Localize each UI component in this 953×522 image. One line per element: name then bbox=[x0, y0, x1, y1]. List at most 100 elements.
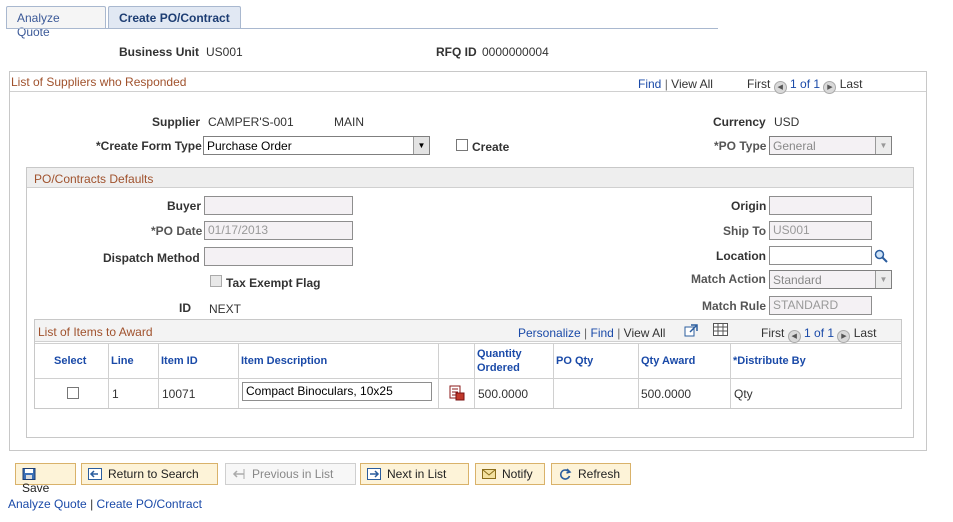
suppliers-view-all-link[interactable]: View All bbox=[671, 77, 713, 91]
dropdown-arrow-icon: ▼ bbox=[875, 137, 891, 154]
col-header-qty-award[interactable]: Qty Award bbox=[641, 355, 695, 367]
buyer-input[interactable] bbox=[204, 196, 353, 215]
po-date-input: 01/17/2013 bbox=[204, 221, 353, 240]
footer-analyze-quote-link[interactable]: Analyze Quote bbox=[8, 497, 87, 511]
supplier-label: Supplier bbox=[152, 115, 201, 129]
suppliers-pager: First ◀ 1 of 1 ▶ Last bbox=[747, 77, 862, 94]
dispatch-method-input[interactable] bbox=[204, 247, 353, 266]
col-header-distribute-by[interactable]: *Distribute By bbox=[733, 355, 806, 367]
tab-create-po-contract[interactable]: Create PO/Contract bbox=[108, 6, 241, 29]
items-view-all-link[interactable]: View All bbox=[624, 326, 666, 340]
po-type-select: General ▼ bbox=[769, 136, 892, 155]
grid-col-divider bbox=[730, 343, 731, 408]
create-form-type-select[interactable]: Purchase Order ▼ bbox=[203, 136, 430, 155]
suppliers-last-label: Last bbox=[839, 77, 863, 91]
items-grid-title: List of Items to Award bbox=[38, 325, 153, 339]
previous-arrow-icon[interactable]: ◀ bbox=[787, 330, 801, 343]
business-unit-label: Business Unit bbox=[119, 45, 200, 59]
items-find-link[interactable]: Find bbox=[591, 326, 614, 340]
personalize-link[interactable]: Personalize bbox=[518, 326, 581, 340]
refresh-button[interactable]: Refresh bbox=[551, 463, 631, 485]
tab-divider bbox=[6, 28, 718, 29]
footer-create-po-contract-link[interactable]: Create PO/Contract bbox=[97, 497, 202, 511]
nav-separator: | bbox=[584, 326, 588, 340]
next-in-list-button[interactable]: Next in List bbox=[360, 463, 469, 485]
items-count: 1 of 1 bbox=[804, 326, 835, 340]
previous-in-list-icon bbox=[232, 468, 246, 480]
download-grid-icon[interactable] bbox=[713, 323, 728, 336]
buyer-label: Buyer bbox=[167, 199, 202, 213]
origin-label: Origin bbox=[731, 199, 767, 213]
search-icon[interactable] bbox=[874, 249, 888, 263]
ship-to-input: US001 bbox=[769, 221, 872, 240]
col-header-item-id[interactable]: Item ID bbox=[161, 355, 198, 367]
items-pager: First ◀ 1 of 1 ▶ Last bbox=[761, 326, 876, 343]
next-in-list-label: Next in List bbox=[387, 467, 447, 481]
previous-arrow-icon[interactable]: ◀ bbox=[773, 81, 787, 94]
po-type-value: General bbox=[773, 139, 816, 153]
row-line: 1 bbox=[112, 387, 119, 401]
footer-links: Analyze Quote | Create PO/Contract bbox=[8, 497, 202, 511]
suppliers-find-link[interactable]: Find bbox=[638, 77, 661, 91]
grid-col-divider bbox=[638, 343, 639, 408]
suppliers-section-title: List of Suppliers who Responded bbox=[11, 75, 187, 89]
suppliers-count: 1 of 1 bbox=[790, 77, 821, 91]
row-quantity-ordered: 500.0000 bbox=[478, 387, 529, 401]
match-rule-label: Match Rule bbox=[702, 299, 767, 313]
po-defaults-title: PO/Contracts Defaults bbox=[34, 172, 154, 186]
row-item-description-input[interactable]: Compact Binoculars, 10x25 bbox=[242, 382, 432, 401]
item-details-icon[interactable] bbox=[449, 385, 465, 401]
create-form-type-label: *Create Form Type bbox=[96, 139, 202, 153]
grid-col-divider bbox=[438, 343, 439, 408]
grid-divider bbox=[35, 343, 901, 344]
row-distribute-by: Qty bbox=[734, 387, 753, 401]
po-type-label: *PO Type bbox=[714, 139, 767, 153]
po-date-label: *PO Date bbox=[151, 224, 203, 238]
po-defaults-header bbox=[27, 168, 913, 188]
nav-separator: | bbox=[664, 77, 668, 91]
col-header-quantity-ordered-2[interactable]: Ordered bbox=[477, 362, 520, 374]
grid-divider bbox=[35, 378, 901, 379]
tab-analyze-quote[interactable]: Analyze Quote bbox=[6, 6, 106, 39]
col-header-line[interactable]: Line bbox=[111, 355, 134, 367]
grid-col-divider bbox=[158, 343, 159, 408]
row-select-checkbox[interactable] bbox=[67, 387, 79, 399]
origin-input[interactable] bbox=[769, 196, 872, 215]
new-window-icon[interactable] bbox=[684, 324, 698, 337]
col-header-item-description[interactable]: Item Description bbox=[241, 355, 327, 367]
save-button-label: Save bbox=[22, 481, 50, 495]
dispatch-method-label: Dispatch Method bbox=[103, 251, 200, 265]
save-icon bbox=[22, 468, 36, 480]
notify-button[interactable]: Notify bbox=[475, 463, 545, 485]
next-arrow-icon[interactable]: ▶ bbox=[823, 81, 837, 94]
footer-separator: | bbox=[90, 497, 94, 511]
location-label: Location bbox=[716, 249, 766, 263]
col-header-po-qty[interactable]: PO Qty bbox=[556, 355, 593, 367]
items-last-label: Last bbox=[853, 326, 877, 340]
refresh-label: Refresh bbox=[578, 467, 621, 481]
location-input[interactable] bbox=[769, 246, 872, 265]
suppliers-nav: Find | View All bbox=[638, 77, 713, 91]
col-header-quantity-ordered-1[interactable]: Quantity bbox=[477, 348, 522, 360]
save-button[interactable]: Save bbox=[15, 463, 76, 495]
return-to-search-button[interactable]: Return to Search bbox=[81, 463, 218, 485]
match-action-value: Standard bbox=[773, 273, 822, 287]
match-action-label: Match Action bbox=[691, 272, 766, 286]
dropdown-arrow-icon[interactable]: ▼ bbox=[413, 137, 429, 154]
business-unit-value: US001 bbox=[206, 45, 243, 59]
nav-separator: | bbox=[617, 326, 621, 340]
suppliers-first-label: First bbox=[747, 77, 771, 91]
grid-col-divider bbox=[108, 343, 109, 408]
next-arrow-icon[interactable]: ▶ bbox=[837, 330, 851, 343]
grid-col-divider bbox=[553, 343, 554, 408]
previous-in-list-button: Previous in List bbox=[225, 463, 356, 485]
return-to-search-label: Return to Search bbox=[108, 467, 199, 481]
supplier-value: CAMPER'S-001 bbox=[208, 115, 294, 129]
items-nav: Personalize | Find | View All bbox=[518, 326, 665, 340]
create-checkbox[interactable] bbox=[456, 139, 468, 151]
row-qty-award: 500.0000 bbox=[641, 387, 692, 401]
create-checkbox-label: Create bbox=[472, 140, 510, 154]
rfq-id-value: 0000000004 bbox=[482, 45, 549, 59]
rfq-id-label: RFQ ID bbox=[436, 45, 477, 59]
create-form-type-value: Purchase Order bbox=[207, 139, 292, 153]
